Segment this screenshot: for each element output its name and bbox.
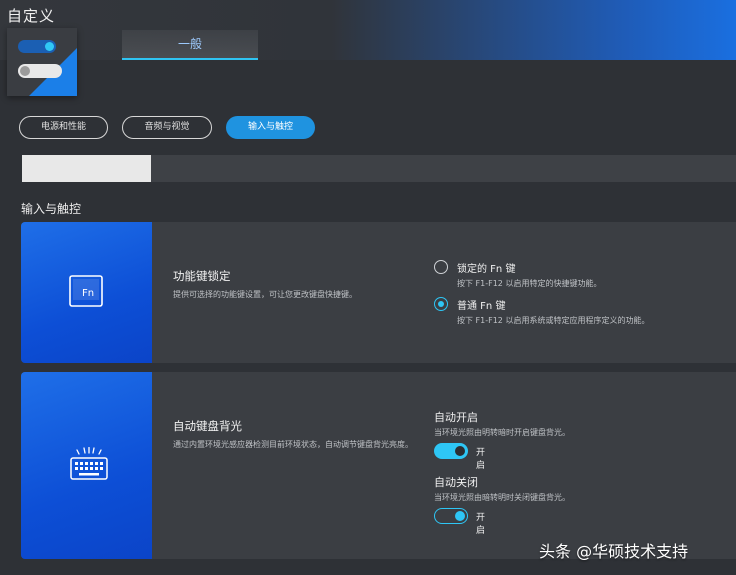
scroll-thumb[interactable] — [22, 155, 151, 182]
kb-backlight-card: 自动键盘背光 通过内置环境光感应器检测目前环境状态，自动调节键盘背光亮度。 自动… — [21, 372, 736, 559]
auto-off-state-label: 开启 — [476, 513, 486, 536]
tab-general[interactable]: 一般 — [122, 30, 258, 60]
auto-off-title: 自动关闭 — [434, 476, 478, 489]
category-audio-visual[interactable]: 音频与视觉 — [122, 116, 212, 139]
fn-lock-description: 提供可选择的功能键设置，可让您更改键盘快捷键。 — [173, 290, 357, 299]
fn-key-icon: Fn — [69, 274, 103, 311]
auto-on-description: 当环境光照由明转暗时开启键盘背光。 — [434, 428, 570, 437]
logo-switch-on-icon — [18, 40, 56, 53]
radio-description: 按下 F1-F12 以启用特定的快捷键功能。 — [457, 279, 602, 288]
fn-lock-title: 功能键锁定 — [173, 269, 231, 283]
top-header — [0, 0, 736, 60]
svg-text:Fn: Fn — [82, 288, 94, 299]
kb-backlight-title: 自动键盘背光 — [173, 419, 242, 433]
radio-label: 普通 Fn 键 — [457, 301, 506, 312]
app-logo — [7, 28, 77, 96]
logo-switch-off-icon — [18, 64, 62, 78]
auto-on-toggle[interactable] — [434, 443, 468, 459]
auto-off-toggle[interactable] — [434, 508, 468, 524]
scroll-strip[interactable] — [22, 155, 736, 182]
fn-lock-card: Fn 功能键锁定 提供可选择的功能键设置，可让您更改键盘快捷键。 锁定的 Fn … — [21, 222, 736, 363]
category-power-performance[interactable]: 电源和性能 — [19, 116, 108, 139]
backlit-keyboard-icon — [69, 446, 109, 485]
category-input-touch[interactable]: 输入与触控 — [226, 116, 315, 139]
radio-locked-fn[interactable] — [434, 260, 448, 274]
radio-normal-fn[interactable] — [434, 297, 448, 311]
auto-off-description: 当环境光照由暗转明时关闭键盘背光。 — [434, 493, 570, 502]
radio-description: 按下 F1-F12 以启用系统或特定应用程序定义的功能。 — [457, 316, 650, 325]
watermark: 头条 @华硕技术支持 — [539, 542, 689, 561]
radio-label: 锁定的 Fn 键 — [457, 264, 516, 275]
section-title: 输入与触控 — [21, 202, 82, 216]
auto-on-state-label: 开启 — [476, 448, 486, 471]
auto-on-title: 自动开启 — [434, 411, 478, 424]
window-title: 自定义 — [7, 7, 56, 25]
fn-lock-icon-panel: Fn — [21, 222, 152, 363]
kb-backlight-description: 通过内置环境光感应器检测目前环境状态，自动调节键盘背光亮度。 — [173, 440, 413, 449]
kb-backlight-icon-panel — [21, 372, 152, 559]
